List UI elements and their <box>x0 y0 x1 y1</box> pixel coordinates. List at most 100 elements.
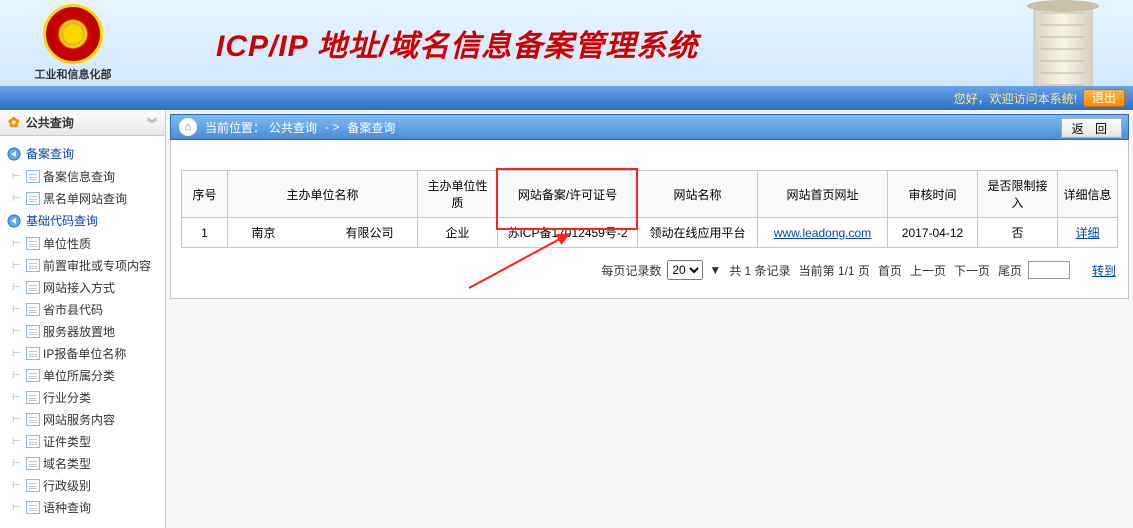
sidebar-item[interactable]: ⊢ 单位性质 <box>4 232 159 254</box>
breadcrumb-item[interactable]: 备案查询 <box>347 119 395 136</box>
pillar-decoration <box>1033 2 1093 86</box>
sidebar-cat-label: 备案查询 <box>26 145 74 162</box>
pager-goto-link[interactable]: 转到 <box>1092 262 1116 279</box>
national-emblem: 工业和信息化部 <box>30 0 116 86</box>
sidebar-item-label: IP报备单位名称 <box>43 345 126 362</box>
pagination-bar: 每页记录数 20 ▼ 共 1 条记录 当前第 1/1 页 首页 上一页 下一页 … <box>181 258 1118 282</box>
tree-branch-icon: ⊢ <box>12 480 26 491</box>
sidebar-item-label: 单位性质 <box>43 235 91 252</box>
detail-link[interactable]: 详细 <box>1075 226 1099 240</box>
pager-total: 共 1 条记录 <box>729 262 790 279</box>
tree-branch-icon: ⊢ <box>12 370 26 381</box>
th-detail: 详细信息 <box>1058 171 1118 218</box>
sidebar-item[interactable]: ⊢黑名单网站查询 <box>4 187 159 209</box>
tree-branch-icon: ⊢ <box>12 414 26 425</box>
sidebar-item-label: 黑名单网站查询 <box>43 190 127 207</box>
results-table: 序号 主办单位名称 主办单位性质 网站备案/许可证号 网站名称 网站首页网址 审… <box>181 170 1118 248</box>
sidebar-item[interactable]: ⊢证件类型 <box>4 430 159 452</box>
sidebar-item-label: 网站接入方式 <box>43 279 115 296</box>
th-index: 序号 <box>182 171 228 218</box>
cell-date: 2017-04-12 <box>888 218 978 248</box>
sponsor-prefix: 南京 <box>251 226 275 240</box>
page-icon <box>26 170 40 183</box>
sidebar-item[interactable]: ⊢ IP报备单位名称 <box>4 342 159 364</box>
sidebar-item-label: 服务器放置地 <box>43 323 115 340</box>
breadcrumb-bar: ⌂ 当前位置： 公共查询 - > 备案查询 返 回 <box>170 114 1129 140</box>
pager-next[interactable]: 下一页 <box>954 262 990 279</box>
folder-icon <box>6 213 22 229</box>
per-page-select[interactable]: 20 <box>667 260 703 280</box>
sidebar-item-label: 网站服务内容 <box>43 411 115 428</box>
pager-last[interactable]: 尾页 <box>998 262 1022 279</box>
sidebar-item[interactable]: ⊢ 网站接入方式 <box>4 276 159 298</box>
sidebar-item[interactable]: ⊢前置审批或专项内容 <box>4 254 159 276</box>
breadcrumb-label: 当前位置： <box>205 119 265 136</box>
sidebar-item-label: 省市县代码 <box>43 301 103 318</box>
th-url: 网站首页网址 <box>758 171 888 218</box>
table-header-row: 序号 主办单位名称 主办单位性质 网站备案/许可证号 网站名称 网站首页网址 审… <box>182 171 1118 218</box>
tree-branch-icon: ⊢ <box>12 392 26 403</box>
page-icon <box>26 281 40 294</box>
breadcrumb-sep: - > <box>325 120 339 134</box>
sidebar-tree: 备案查询 ⊢备案信息查询⊢黑名单网站查询 基础代码查询 ⊢单位性质⊢前置审批或专… <box>0 136 165 528</box>
tree-branch-icon: ⊢ <box>12 171 26 182</box>
sidebar-item[interactable]: ⊢行业分类 <box>4 386 159 408</box>
cell-url: www.leadong.com <box>758 218 888 248</box>
sidebar-cat-record-query[interactable]: 备案查询 <box>4 142 159 165</box>
sidebar-item[interactable]: ⊢语种查询 <box>4 496 159 518</box>
sidebar-header[interactable]: ✿ 公共查询 ︾ <box>0 110 165 136</box>
chevron-down-icon: ︾ <box>147 115 157 130</box>
redacted-block <box>276 227 346 241</box>
back-button[interactable]: 返 回 <box>1061 118 1122 138</box>
pager-prev[interactable]: 上一页 <box>910 262 946 279</box>
table-row: 1 南京有限公司 企业 苏ICP备17012459号-2 领动在线应用平台 ww… <box>182 218 1118 248</box>
th-nature: 主办单位性质 <box>418 171 498 218</box>
gear-icon: ✿ <box>8 114 20 131</box>
sidebar-item[interactable]: ⊢ 省市县代码 <box>4 298 159 320</box>
tree-branch-icon: ⊢ <box>12 260 26 271</box>
sidebar-item-label: 行政级别 <box>43 477 91 494</box>
site-url-link[interactable]: www.leadong.com <box>774 226 871 240</box>
cell-sponsor: 南京 有限公司 <box>228 218 418 248</box>
cell-detail: 详细 <box>1058 218 1118 248</box>
th-date: 审核时间 <box>888 171 978 218</box>
sidebar-title: 公共查询 <box>26 114 74 131</box>
sidebar-item-label: 单位所属分类 <box>43 367 115 384</box>
tree-branch-icon: ⊢ <box>12 502 26 513</box>
sidebar-item[interactable]: ⊢ 行政级别 <box>4 474 159 496</box>
sidebar-item[interactable]: ⊢ 单位所属分类 <box>4 364 159 386</box>
tree-branch-icon: ⊢ <box>12 458 26 469</box>
pager-goto-input[interactable] <box>1028 261 1070 279</box>
sidebar-item[interactable]: ⊢备案信息查询 <box>4 165 159 187</box>
tree-branch-icon: ⊢ <box>12 348 26 359</box>
exit-button[interactable]: 退出 <box>1083 89 1125 107</box>
sidebar-item[interactable]: ⊢ 网站服务内容 <box>4 408 159 430</box>
cell-license: 苏ICP备17012459号-2 <box>498 218 638 248</box>
cell-index: 1 <box>182 218 228 248</box>
tree-branch-icon: ⊢ <box>12 326 26 337</box>
sponsor-suffix: 有限公司 <box>346 226 394 240</box>
sidebar-item[interactable]: ⊢ 域名类型 <box>4 452 159 474</box>
sidebar-cat-code-query[interactable]: 基础代码查询 <box>4 209 159 232</box>
page-icon <box>26 435 40 448</box>
page-icon <box>26 237 40 250</box>
breadcrumb-item[interactable]: 公共查询 <box>269 119 317 136</box>
page-icon <box>26 369 40 382</box>
results-panel: 序号 主办单位名称 主办单位性质 网站备案/许可证号 网站名称 网站首页网址 审… <box>170 140 1129 299</box>
org-name: 工业和信息化部 <box>35 66 112 82</box>
page-icon <box>26 501 40 514</box>
cell-sitename: 领动在线应用平台 <box>638 218 758 248</box>
pager-first[interactable]: 首页 <box>878 262 902 279</box>
tree-branch-icon: ⊢ <box>12 282 26 293</box>
sidebar-item-label: 域名类型 <box>43 455 91 472</box>
page-icon <box>26 259 40 272</box>
tree-branch-icon: ⊢ <box>12 304 26 315</box>
emblem-icon <box>43 4 103 64</box>
home-icon[interactable]: ⌂ <box>179 118 197 136</box>
tree-branch-icon: ⊢ <box>12 238 26 249</box>
pager-position: 当前第 1/1 页 <box>799 262 870 279</box>
th-license: 网站备案/许可证号 <box>498 171 638 218</box>
page-icon <box>26 479 40 492</box>
sidebar-item[interactable]: ⊢ 服务器放置地 <box>4 320 159 342</box>
th-sitename: 网站名称 <box>638 171 758 218</box>
